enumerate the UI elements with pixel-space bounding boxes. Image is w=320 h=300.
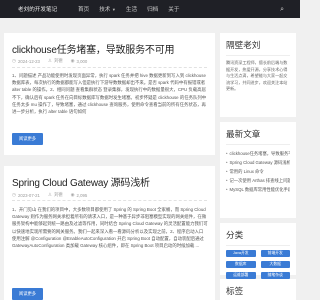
- site-brand[interactable]: 老刘的开发笔记: [18, 5, 68, 13]
- latest-post-label: 记一次使用 Arthas 排查线上问题的经历: [229, 178, 290, 183]
- categories-title: 分类: [226, 230, 244, 240]
- post-title[interactable]: clickhouse任务堵塞，导致服务不可用: [12, 41, 174, 56]
- post-excerpt: 1、问题描述 产品功能使用时发现页面异常，执行 spark 任务并把 hive …: [12, 73, 207, 115]
- eye-icon: ◉: [70, 58, 75, 63]
- categories-widget: 分类 Java开发 前端开发 数据库 大数据 运维部署 随笔杂谈: [220, 223, 296, 279]
- category-tag[interactable]: 大数据: [260, 261, 290, 268]
- post-title[interactable]: Spring Cloud Gateway 源码浅析: [12, 174, 150, 189]
- read-more-button[interactable]: 阅读更多: [12, 288, 43, 300]
- latest-post-label: clickhouse任务堵塞，导致服务不可用: [229, 151, 290, 156]
- search-icon[interactable]: ⌕: [280, 6, 284, 13]
- tags-widget: 标签: [220, 279, 296, 300]
- post-meta: ◷ 2023-07-21 ♙ 刘德 ◉ 2,095: [12, 192, 87, 198]
- latest-posts-widget: 最新文章 •clickhouse任务堵塞，导致服务不可用 •Spring Clo…: [220, 122, 296, 218]
- post-card: Spring Cloud Gateway 源码浅析 ◷ 2023-07-21 ♙…: [4, 166, 215, 300]
- profile-title: 隔壁老刘: [226, 40, 261, 50]
- post-card: clickhouse任务堵塞，导致服务不可用 ◷ 2024-12-23 ♙ 刘德…: [4, 33, 215, 155]
- user-icon: ♙: [47, 192, 52, 197]
- latest-post-link[interactable]: • MySQL 数据库常用性能优化手段: [226, 185, 290, 194]
- post-author[interactable]: 刘德: [54, 192, 63, 198]
- latest-post-link[interactable]: •clickhouse任务堵塞，导致服务不可用: [226, 149, 290, 158]
- nav-item-tech[interactable]: 技术 ▼: [99, 5, 116, 14]
- nav-tech-label: 技术: [99, 7, 111, 13]
- nav-home-label: 首页: [78, 7, 90, 13]
- nav-item-about[interactable]: 关于: [168, 5, 179, 13]
- chevron-down-icon: ▼: [111, 6, 116, 12]
- latest-posts-title: 最新文章: [226, 129, 261, 139]
- post-views: 2,095: [76, 192, 88, 198]
- eye-icon: ◉: [70, 192, 75, 197]
- category-grid: Java开发 前端开发 数据库 大数据 运维部署 随笔杂谈: [226, 250, 290, 279]
- bullet-icon: •: [226, 178, 228, 183]
- nav-life-label: 生活: [125, 7, 138, 13]
- category-tag[interactable]: 随笔杂谈: [260, 272, 290, 279]
- bullet-icon: •: [226, 160, 228, 165]
- latest-post-link[interactable]: • 常用的 Linux 命令: [226, 167, 290, 176]
- latest-post-link[interactable]: •记一次使用 Arthas 排查线上问题的经历: [226, 176, 290, 185]
- widget-divider: [226, 144, 290, 145]
- nav-archive-label: 归档: [147, 7, 159, 13]
- profile-widget: 隔壁老刘 腾讯资深工程师，擅长前后端与数据开发，热爱开源，分享技术心得与生活点滴…: [220, 33, 296, 117]
- post-excerpt: 1、开门见山 在我们的项目中，大多数项目都使用了 Spring 的 Spring…: [12, 207, 208, 249]
- calendar-icon: ◷: [12, 58, 16, 63]
- post-divider: [12, 200, 207, 201]
- latest-post-label: 常用的 Linux 命令: [229, 169, 264, 174]
- post-meta: ◷ 2024-12-23 ♙ 刘德 ◉ 3,000: [12, 58, 87, 64]
- post-date: 2024-12-23: [17, 58, 40, 64]
- post-views: 3,000: [76, 58, 88, 64]
- category-tag[interactable]: 运维部署: [226, 272, 256, 279]
- latest-post-label: MySQL 数据库常用性能优化手段: [229, 187, 290, 192]
- nav-item-life[interactable]: 生活: [126, 5, 137, 13]
- bullet-icon: •: [226, 151, 228, 156]
- widget-divider: [226, 245, 290, 246]
- latest-post-label: Spring Cloud Gateway 源码浅析: [229, 160, 290, 165]
- top-navbar: 老刘的开发笔记 首页 技术 ▼ 生活 归档 关于 ⌕: [0, 0, 300, 18]
- widget-divider: [226, 55, 290, 56]
- read-more-button[interactable]: 阅读更多: [12, 133, 43, 145]
- tags-title: 标签: [226, 286, 244, 296]
- profile-description: 腾讯资深工程师，擅长前后端与数据开发，热爱开源，分享技术心得与生活点滴，希望能与…: [226, 60, 288, 92]
- category-tag[interactable]: 前端开发: [260, 250, 290, 257]
- category-tag[interactable]: Java开发: [226, 250, 256, 257]
- latest-post-link[interactable]: • Spring Cloud Gateway 源码浅析: [226, 158, 290, 167]
- nav-item-home[interactable]: 首页: [78, 5, 89, 13]
- post-divider: [12, 67, 207, 68]
- bullet-icon: •: [226, 169, 228, 174]
- post-author[interactable]: 刘德: [54, 58, 63, 64]
- calendar-icon: ◷: [12, 192, 16, 197]
- user-icon: ♙: [47, 58, 52, 63]
- nav-about-label: 关于: [168, 7, 180, 13]
- post-date: 2023-07-21: [17, 192, 40, 198]
- bullet-icon: •: [226, 187, 228, 192]
- nav-item-archive[interactable]: 归档: [147, 5, 158, 13]
- category-tag[interactable]: 数据库: [226, 261, 256, 268]
